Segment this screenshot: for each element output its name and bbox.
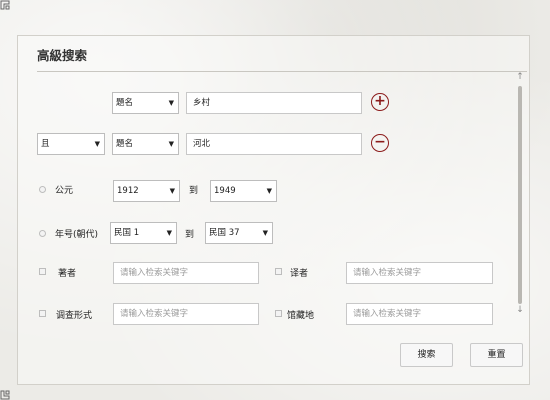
chevron-down-icon: ▼ xyxy=(262,229,268,237)
chevron-down-icon: ▼ xyxy=(166,229,172,237)
gregorian-to-label: 到 xyxy=(189,186,199,196)
title-divider xyxy=(37,71,527,72)
translator-input[interactable]: 请输入检索关键字 xyxy=(346,262,493,284)
era-date-radio[interactable] xyxy=(39,230,46,237)
era-to-label: 到 xyxy=(185,230,195,240)
advanced-search-dialog xyxy=(17,35,530,385)
survey-form-label: 调查形式 xyxy=(56,311,93,321)
gregorian-to-select[interactable]: 1949 ▼ xyxy=(210,180,277,202)
collection-input[interactable]: 请输入检索关键字 xyxy=(346,303,493,325)
search-button[interactable]: 搜索 xyxy=(400,343,453,367)
chevron-down-icon: ▼ xyxy=(169,187,175,195)
arrow-up-icon[interactable]: ↑ xyxy=(513,72,527,82)
collection-label: 馆藏地 xyxy=(287,311,315,321)
field-select-1[interactable]: 題名 ▼ xyxy=(112,92,179,114)
collection-checkbox[interactable] xyxy=(275,310,282,317)
field-select-2-value: 題名 xyxy=(116,139,134,149)
survey-form-checkbox[interactable] xyxy=(39,310,46,317)
gregorian-to-value: 1949 xyxy=(214,186,236,196)
operator-select[interactable]: 且 ▼ xyxy=(37,133,105,155)
field-select-2[interactable]: 題名 ▼ xyxy=(112,133,179,155)
era-from-select[interactable]: 民国 1 ▼ xyxy=(110,222,177,244)
author-input[interactable]: 请输入检索关键字 xyxy=(113,262,259,284)
chevron-down-icon: ▼ xyxy=(94,140,100,148)
scrollbar-thumb[interactable] xyxy=(518,86,522,304)
author-checkbox[interactable] xyxy=(39,268,46,275)
chevron-down-icon: ▼ xyxy=(266,187,272,195)
translator-label: 译者 xyxy=(290,269,309,279)
reset-button[interactable]: 重置 xyxy=(470,343,523,367)
keyword-input-1[interactable]: 乡村 xyxy=(186,92,362,114)
author-label: 著者 xyxy=(58,269,77,279)
dialog-title: 高級搜索 xyxy=(37,48,88,63)
era-to-value: 民国 37 xyxy=(209,228,240,238)
remove-condition-button[interactable]: − xyxy=(371,134,389,152)
gregorian-from-select[interactable]: 1912 ▼ xyxy=(113,180,180,202)
gregorian-date-label: 公元 xyxy=(55,186,74,196)
arrow-down-icon[interactable]: ↓ xyxy=(513,305,527,315)
corner-ornament-icon xyxy=(0,0,16,16)
scrollbar[interactable]: ↑ ↓ xyxy=(513,72,527,318)
gregorian-from-value: 1912 xyxy=(117,186,139,196)
field-select-1-value: 題名 xyxy=(116,98,134,108)
era-date-label: 年号(朝代) xyxy=(55,230,99,240)
survey-form-input[interactable]: 请输入检索关键字 xyxy=(113,303,259,325)
era-from-value: 民国 1 xyxy=(114,228,140,238)
chevron-down-icon: ▼ xyxy=(168,99,174,107)
translator-checkbox[interactable] xyxy=(275,268,282,275)
corner-ornament-icon xyxy=(0,384,16,400)
era-to-select[interactable]: 民国 37 ▼ xyxy=(205,222,273,244)
keyword-input-2[interactable]: 河北 xyxy=(186,133,362,155)
add-condition-button[interactable]: + xyxy=(371,93,389,111)
gregorian-date-radio[interactable] xyxy=(39,186,46,193)
operator-select-value: 且 xyxy=(41,139,50,149)
chevron-down-icon: ▼ xyxy=(168,140,174,148)
